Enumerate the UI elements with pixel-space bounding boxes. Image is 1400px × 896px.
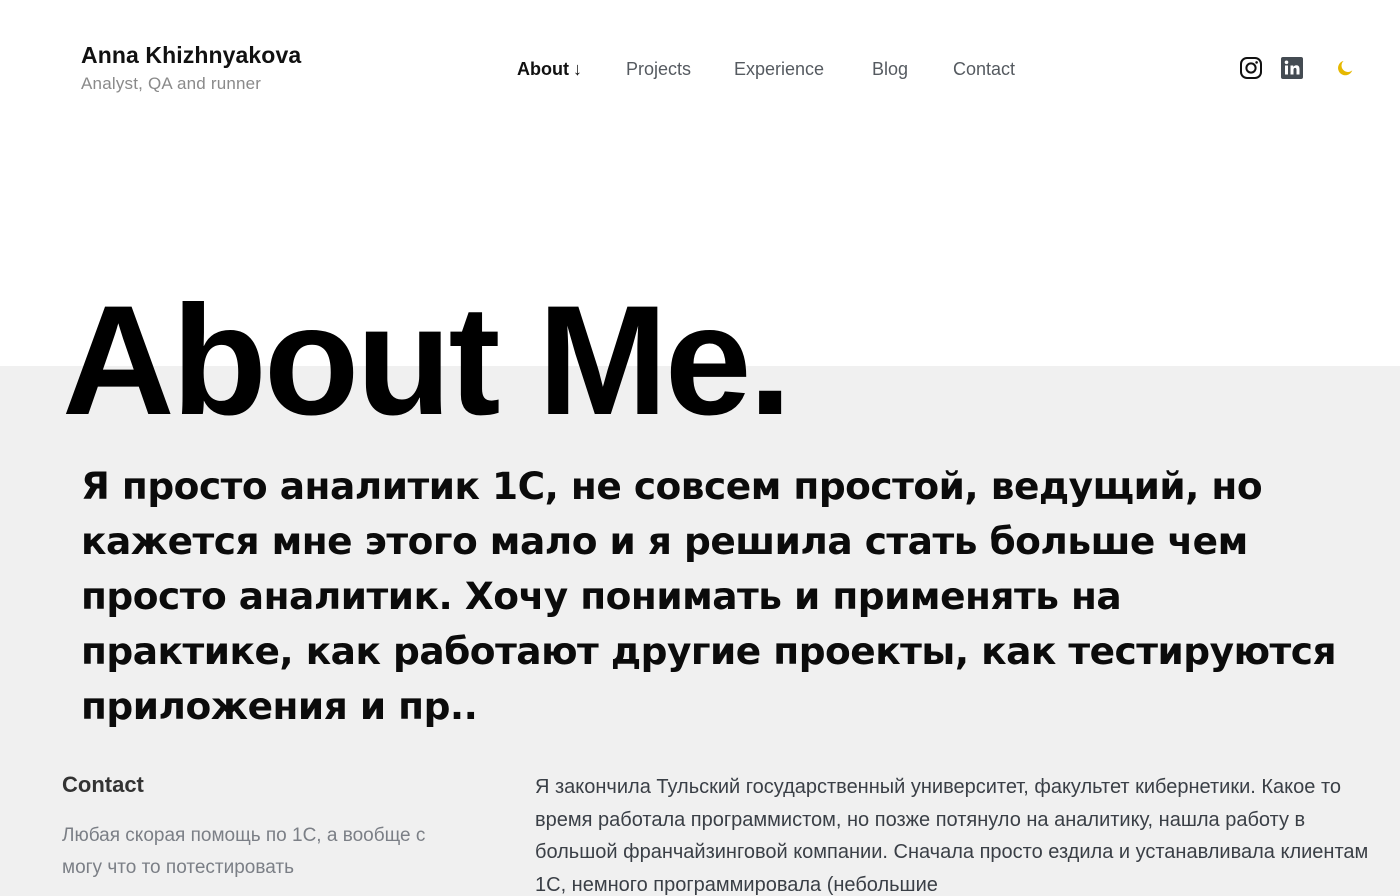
nav-link-projects[interactable]: Projects (626, 57, 691, 81)
site-header: Anna Khizhnyakova Analyst, QA and runner… (0, 0, 1400, 140)
page-title: About Me. (62, 274, 792, 448)
lead-paragraph: Я просто аналитик 1С, не совсем простой,… (81, 464, 1337, 728)
contact-heading: Contact (62, 772, 144, 797)
linkedin-icon[interactable] (1279, 55, 1305, 81)
contact-text: Любая скорая помощь по 1С, а вообще с мо… (62, 825, 426, 878)
contact-block: Contact Любая скорая помощь по 1С, а воо… (62, 772, 462, 884)
nav-about-label: About (517, 59, 569, 79)
nav-link-experience[interactable]: Experience (734, 57, 824, 81)
instagram-icon[interactable] (1238, 55, 1264, 81)
moon-icon[interactable] (1332, 55, 1358, 81)
arrow-down-icon: ↓ (572, 59, 582, 79)
nav-link-blog[interactable]: Blog (872, 57, 908, 81)
nav-link-about[interactable]: About ↓ (517, 57, 582, 81)
bio-paragraph: Я закончила Тульский государственный уни… (535, 776, 1369, 896)
nav-link-contact[interactable]: Contact (953, 57, 1015, 81)
main-nav: About ↓ Projects Experience Blog Contact (0, 57, 1400, 81)
